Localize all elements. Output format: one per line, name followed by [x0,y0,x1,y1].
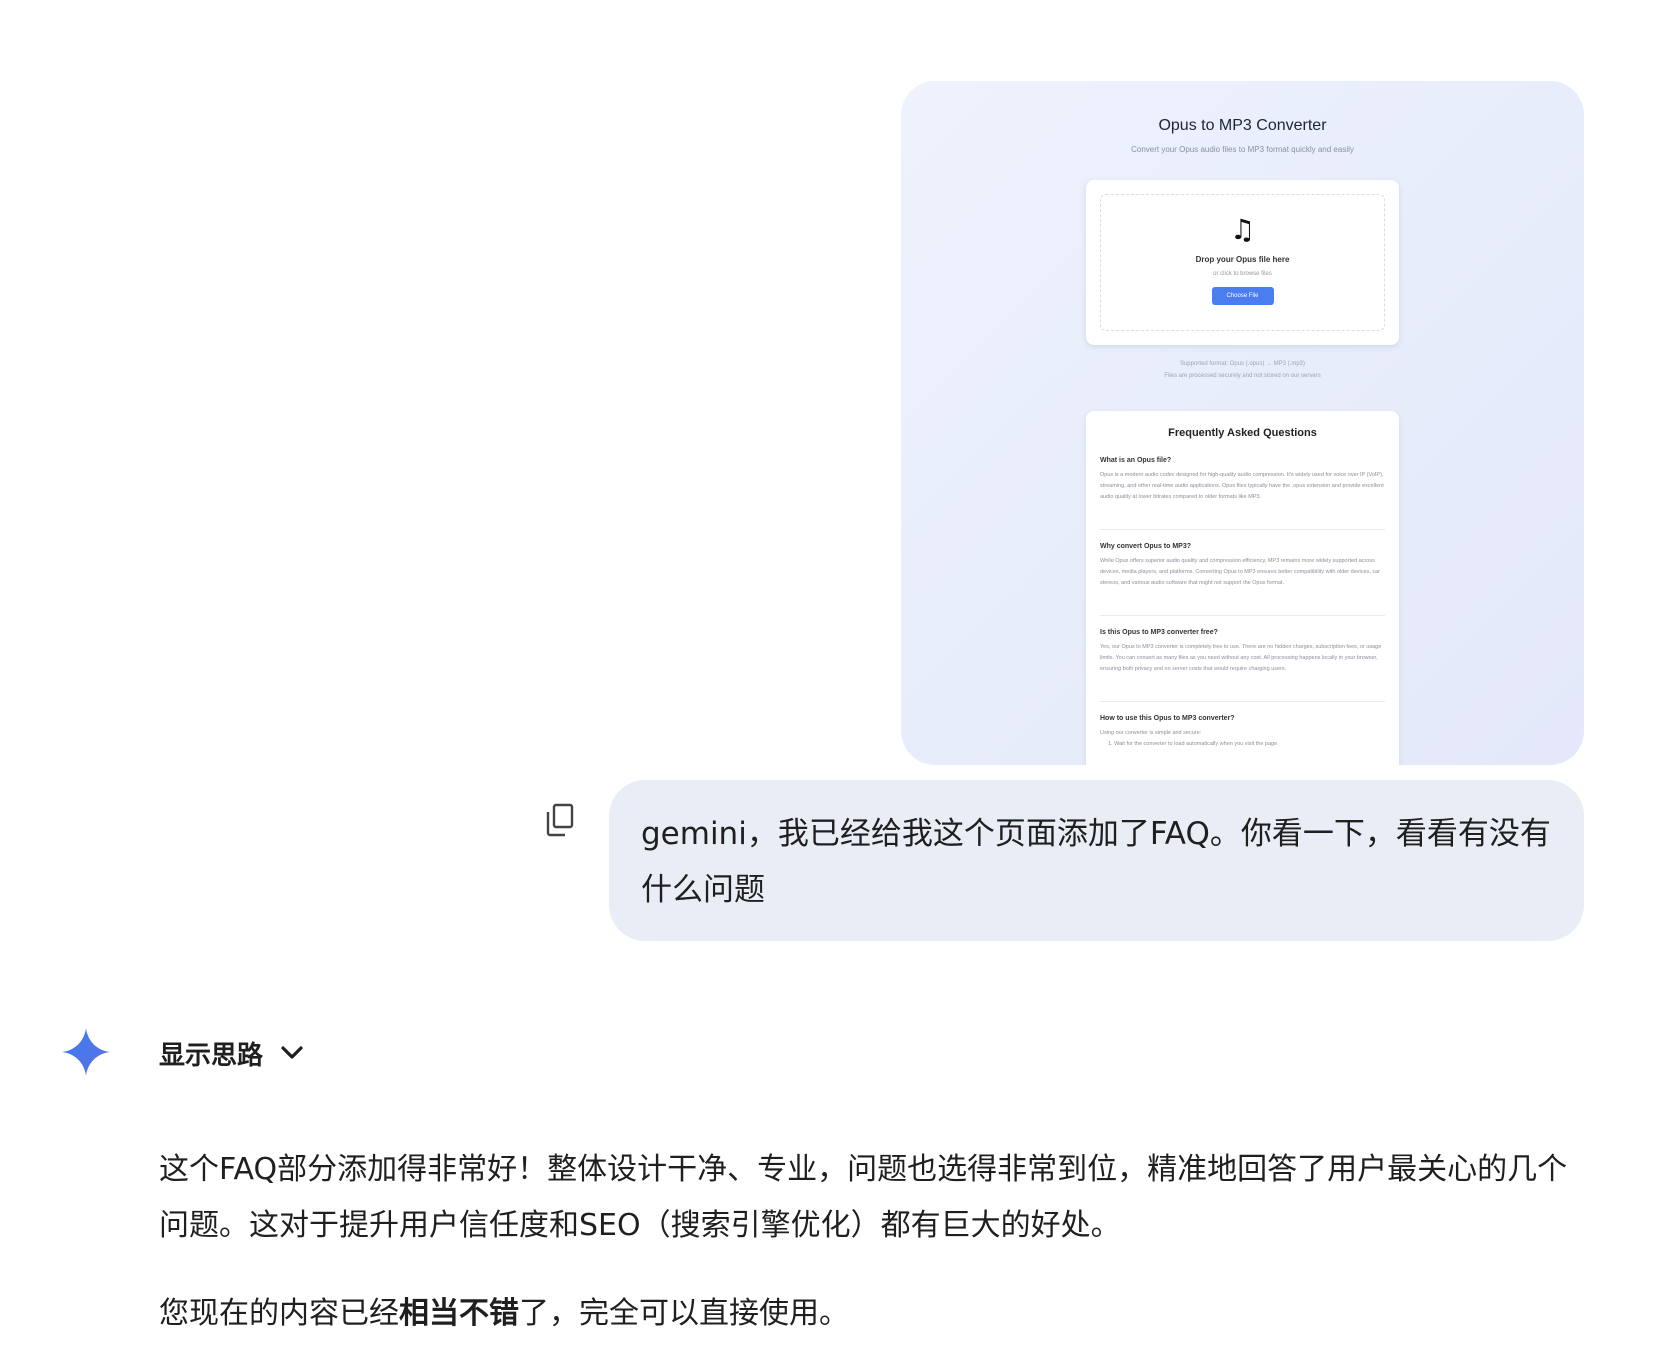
paragraph-text: 您现在的内容已经 [159,1296,399,1331]
faq-answer: Yes, our Opus to MP3 converter is comple… [1100,644,1382,672]
assistant-paragraph: 您现在的内容已经相当不错了，完全可以直接使用。 [159,1286,1579,1342]
converter-title: Opus to MP3 Converter [1158,117,1327,134]
faq-question: What is an Opus file? [1100,457,1172,464]
drop-zone: ♫ Drop your Opus file here or click to b… [1100,194,1385,331]
converter-subtitle: Convert your Opus audio files to MP3 for… [1131,145,1354,154]
faq-item: What is an Opus file? Opus is a modern a… [1100,457,1385,503]
music-note-icon: ♫ [1229,213,1256,246]
faq-item: Why convert Opus to MP3? While Opus offe… [1100,543,1385,589]
faq-item: How to use this Opus to MP3 converter? U… [1100,715,1385,750]
faq-item: Is this Opus to MP3 converter free? Yes,… [1100,629,1385,675]
paragraph-text: 了，完全可以直接使用。 [519,1296,849,1331]
faq-divider [1100,529,1385,530]
upload-card: ♫ Drop your Opus file here or click to b… [1086,180,1399,345]
faq-divider [1100,615,1385,616]
paragraph-bold-text: 相当不错 [399,1296,519,1331]
faq-step: 1. Wait for the converter to load automa… [1108,741,1278,747]
faq-card: Frequently Asked Questions What is an Op… [1086,411,1399,765]
assistant-paragraph: 这个FAQ部分添加得非常好！整体设计干净、专业，问题也选得非常到位，精准地回答了… [159,1152,1568,1243]
gemini-sparkle-icon [62,1028,110,1076]
faq-question: Why convert Opus to MP3? [1100,543,1192,550]
privacy-note-text: Files are processed securely and not sto… [1164,373,1321,379]
faq-question: Is this Opus to MP3 converter free? [1100,629,1218,636]
faq-title: Frequently Asked Questions [1168,427,1317,439]
user-message-bubble: gemini，我已经给我这个页面添加了FAQ。你看一下，看看有没有什么问题 [609,780,1584,941]
drop-title: Drop your Opus file here [1195,255,1290,264]
copy-icon[interactable] [545,803,575,837]
show-thinking-label: 显示思路 [159,1040,264,1071]
user-message-text: gemini，我已经给我这个页面添加了FAQ。你看一下，看看有没有什么问题 [641,816,1551,908]
show-thinking-toggle[interactable]: 显示思路 [159,1033,303,1073]
chevron-down-icon [281,1046,303,1059]
faq-question: How to use this Opus to MP3 converter? [1100,715,1235,722]
faq-divider [1100,701,1385,702]
faq-answer: Using our converter is simple and secure… [1100,730,1202,736]
choose-file-button: Choose File [1211,287,1274,305]
faq-answer: Opus is a modern audio codec designed fo… [1100,472,1384,500]
supported-format-text: Supported format: Opus (.opus) → MP3 (.m… [1179,361,1306,367]
faq-answer: While Opus offers superior audio quality… [1100,558,1381,586]
drop-subtitle: or click to browse files [1213,271,1272,277]
attached-image[interactable]: Opus to MP3 Converter Convert your Opus … [901,81,1584,765]
